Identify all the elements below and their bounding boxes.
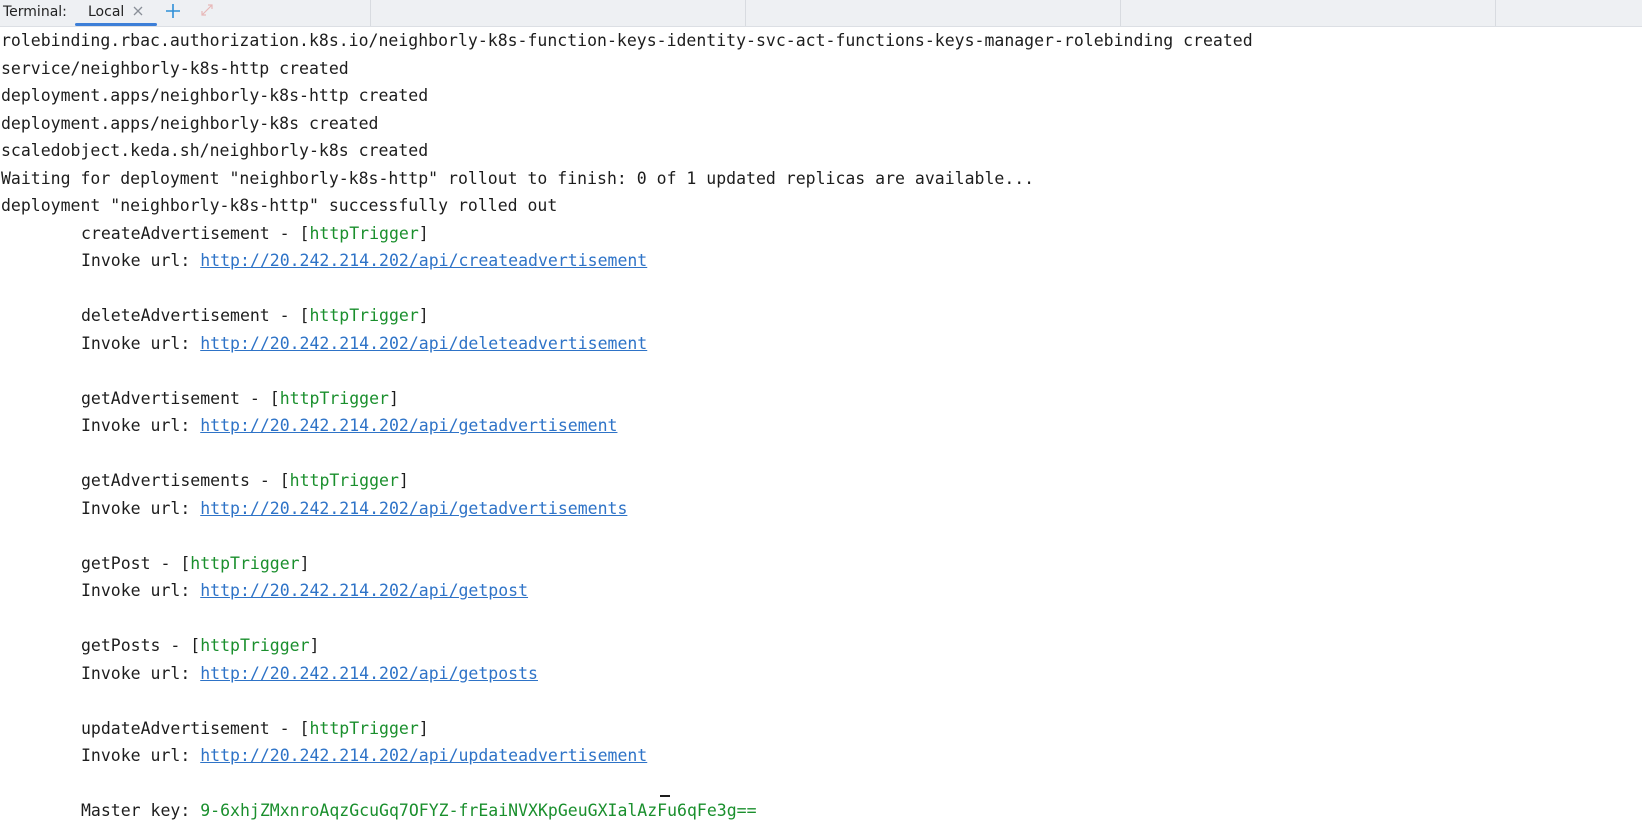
invoke-url-link[interactable]: http://20.242.214.202/api/getadvertiseme… — [200, 499, 627, 518]
terminal-output[interactable]: rolebinding.rbac.authorization.k8s.io/ne… — [0, 28, 1642, 826]
terminal-title: Terminal: — [3, 4, 67, 20]
header-divider — [1120, 0, 1121, 26]
header-divider — [745, 0, 746, 26]
output-line: Waiting for deployment "neighborly-k8s-h… — [1, 168, 1035, 188]
invoke-url-label: Invoke url: — [81, 498, 201, 518]
function-line: updateAdvertisement - [httpTrigger] — [81, 718, 429, 738]
invoke-url-label: Invoke url: — [81, 663, 201, 683]
invoke-url-label: Invoke url: — [81, 333, 201, 353]
invoke-url-link[interactable]: http://20.242.214.202/api/getadvertiseme… — [200, 416, 617, 435]
function-name: getPost — [81, 553, 151, 573]
header-divider — [370, 0, 371, 26]
invoke-url-link[interactable]: http://20.242.214.202/api/createadvertis… — [200, 251, 647, 270]
output-line: deployment.apps/neighborly-k8s-http crea… — [1, 86, 429, 105]
function-name: updateAdvertisement — [81, 718, 270, 738]
tab-local[interactable]: Local — [75, 0, 157, 27]
function-line: createAdvertisement - [httpTrigger] — [81, 223, 429, 243]
function-name: getPosts — [81, 636, 161, 655]
trigger-type: httpTrigger — [309, 223, 419, 243]
trigger-type: httpTrigger — [200, 636, 310, 655]
function-line: getPost - [httpTrigger] — [81, 553, 310, 573]
function-name: getAdvertisement — [81, 388, 240, 408]
output-line: service/neighborly-k8s-http created — [1, 58, 349, 78]
invoke-url-label: Invoke url: — [81, 416, 201, 435]
function-name: getAdvertisements — [81, 471, 250, 490]
master-key-line: Master key: 9-6xhjZMxnroAqzGcuGq7OFYZ-fr… — [81, 798, 757, 824]
trigger-type: httpTrigger — [289, 471, 399, 490]
trigger-type: httpTrigger — [309, 718, 419, 738]
invoke-url-line: Invoke url: http://20.242.214.202/api/ge… — [81, 578, 528, 604]
trigger-type: httpTrigger — [309, 306, 419, 325]
invoke-url-label: Invoke url: — [81, 746, 201, 765]
invoke-url-line: Invoke url: http://20.242.214.202/api/up… — [81, 743, 647, 769]
invoke-url-link[interactable]: http://20.242.214.202/api/getposts — [200, 664, 538, 683]
function-line: getAdvertisement - [httpTrigger] — [81, 388, 399, 408]
invoke-url-line: Invoke url: http://20.242.214.202/api/cr… — [81, 248, 647, 274]
output-line: rolebinding.rbac.authorization.k8s.io/ne… — [1, 31, 1253, 50]
invoke-url-link[interactable]: http://20.242.214.202/api/getpost — [200, 581, 528, 600]
function-line: getAdvertisements - [httpTrigger] — [81, 471, 409, 490]
function-line: getPosts - [httpTrigger] — [81, 636, 320, 655]
invoke-url-link[interactable]: http://20.242.214.202/api/deleteadvertis… — [200, 334, 647, 353]
output-line: deployment.apps/neighborly-k8s created — [1, 113, 379, 133]
invoke-url-label: Invoke url: — [81, 251, 201, 270]
invoke-url-label: Invoke url: — [81, 581, 201, 600]
plus-icon[interactable] — [164, 2, 182, 20]
trigger-type: httpTrigger — [190, 553, 300, 573]
header-divider — [1495, 0, 1496, 26]
invoke-url-line: Invoke url: http://20.242.214.202/api/de… — [81, 331, 647, 357]
expand-icon[interactable] — [199, 2, 215, 18]
function-name: deleteAdvertisement — [81, 306, 270, 325]
master-key-label: Master key: — [81, 801, 201, 820]
close-icon[interactable] — [131, 4, 145, 18]
text-cursor — [660, 795, 670, 797]
invoke-url-line: Invoke url: http://20.242.214.202/api/ge… — [81, 661, 538, 687]
trigger-type: httpTrigger — [279, 388, 389, 408]
invoke-url-line: Invoke url: http://20.242.214.202/api/ge… — [81, 413, 617, 439]
terminal-tool-window-header: Terminal: Local — [0, 0, 1642, 27]
function-name: createAdvertisement — [81, 223, 270, 243]
output-line: scaledobject.keda.sh/neighborly-k8s crea… — [1, 141, 429, 160]
invoke-url-line: Invoke url: http://20.242.214.202/api/ge… — [81, 496, 627, 522]
active-tab-indicator — [75, 23, 157, 26]
invoke-url-link[interactable]: http://20.242.214.202/api/updateadvertis… — [200, 746, 647, 765]
master-key-value: 9-6xhjZMxnroAqzGcuGq7OFYZ-frEaiNVXKpGeuG… — [200, 801, 757, 820]
function-line: deleteAdvertisement - [httpTrigger] — [81, 306, 429, 325]
output-line: deployment "neighborly-k8s-http" success… — [1, 196, 558, 215]
tab-local-label: Local — [88, 4, 125, 20]
